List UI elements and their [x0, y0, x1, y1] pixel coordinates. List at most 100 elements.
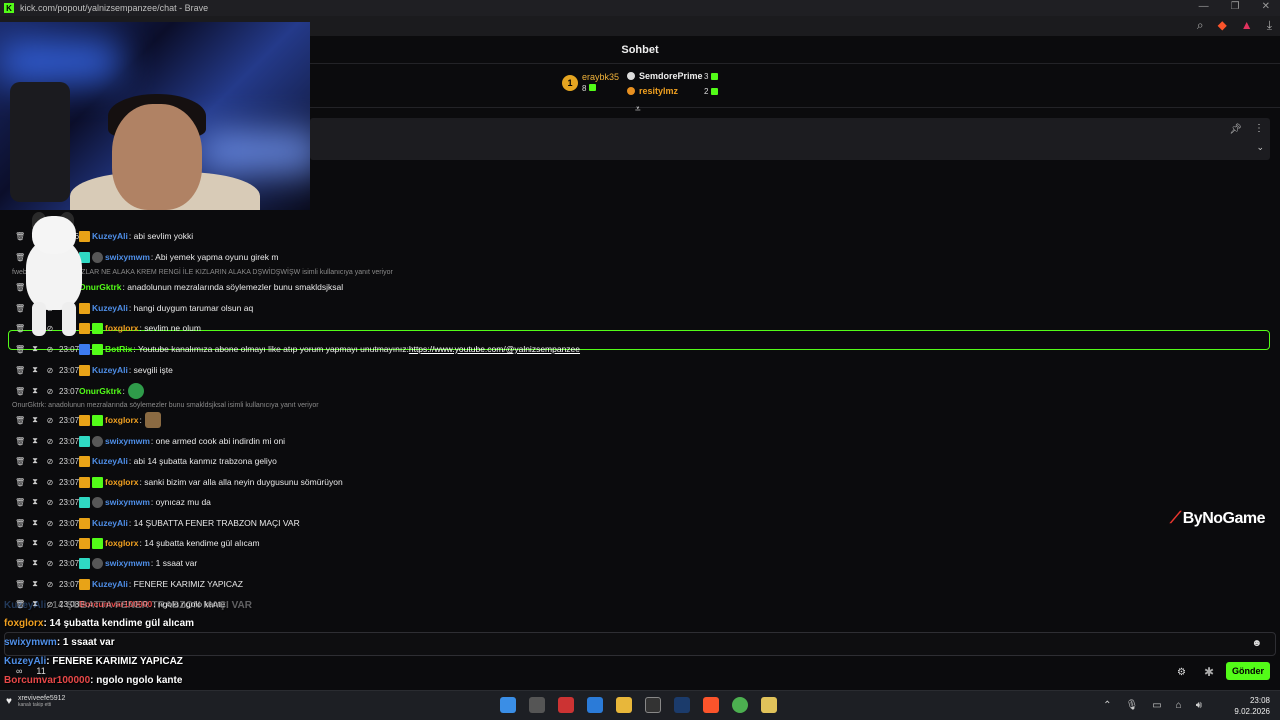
windows-start-icon[interactable]: [500, 697, 516, 713]
system-tray: ⌃ 🎙︎ ▭ ⌂ 🔊︎: [1103, 700, 1202, 711]
delete-icon[interactable]: 🗑︎: [15, 345, 25, 354]
message-username[interactable]: KuzeyAli: [92, 456, 128, 466]
expand-leaderboard-icon[interactable]: ⩡: [635, 104, 641, 115]
delete-icon[interactable]: 🗑︎: [15, 387, 25, 396]
pinned-message: 📌︎ ⋮ ⌄: [310, 118, 1270, 160]
delete-icon[interactable]: 🗑︎: [15, 457, 25, 466]
restore-icon[interactable]: ❐: [1231, 1, 1240, 12]
ban-icon[interactable]: ⊘: [45, 387, 55, 396]
message-username[interactable]: KuzeyAli: [92, 231, 128, 241]
delete-icon[interactable]: 🗑︎: [15, 366, 25, 375]
delete-icon[interactable]: 🗑︎: [15, 437, 25, 446]
chevron-up-icon[interactable]: ⌃: [1103, 700, 1111, 711]
timeout-icon[interactable]: ⧗: [30, 579, 40, 589]
timeout-icon[interactable]: ⧗: [30, 415, 40, 425]
task-view-icon[interactable]: [529, 697, 545, 713]
ban-icon[interactable]: ⊘: [45, 345, 55, 354]
timeout-icon[interactable]: ⧗: [30, 365, 40, 375]
file-explorer-icon[interactable]: [616, 697, 632, 713]
message-username[interactable]: KuzeyAli: [92, 365, 128, 375]
message-username[interactable]: swixymwm: [105, 436, 150, 446]
ban-icon[interactable]: ⊘: [45, 416, 55, 425]
message-username[interactable]: swixymwm: [105, 252, 150, 262]
brave-icon[interactable]: [703, 697, 719, 713]
timeout-icon[interactable]: ⧗: [30, 538, 40, 548]
ban-icon[interactable]: ⊘: [45, 437, 55, 446]
badge-icon: [79, 435, 90, 447]
badge-icon: [79, 364, 90, 376]
pin-icon[interactable]: 📌︎: [1229, 124, 1242, 135]
more-menu-icon[interactable]: ⋮: [1254, 123, 1264, 134]
ban-icon[interactable]: ⊘: [45, 580, 55, 589]
brave-rewards-icon[interactable]: ▲: [1241, 18, 1253, 33]
timeout-icon[interactable]: ⧗: [30, 386, 40, 396]
ban-icon[interactable]: ⊘: [45, 498, 55, 507]
steam-icon[interactable]: [674, 697, 690, 713]
chat-input[interactable]: [4, 632, 1276, 656]
message-time: 23:07: [59, 456, 80, 466]
network-icon[interactable]: ⌂: [1176, 700, 1182, 711]
delete-icon[interactable]: 🗑︎: [15, 478, 25, 487]
brave-shields-icon[interactable]: ◆: [1218, 18, 1227, 33]
leaderboard-entry[interactable]: resitylmz: [627, 86, 678, 96]
leaderboard-entry[interactable]: SemdorePrime: [627, 71, 703, 81]
ban-icon[interactable]: ⊘: [45, 457, 55, 466]
volume-icon[interactable]: 🔊︎: [1196, 700, 1202, 711]
message-username[interactable]: swixymwm: [105, 497, 150, 507]
message-username[interactable]: KuzeyAli: [92, 518, 128, 528]
chat-message: 🗑︎⧗⊘foxglorx: sevlim ne olum: [0, 319, 1280, 337]
ban-icon[interactable]: ⊘: [45, 559, 55, 568]
delete-icon[interactable]: 🗑︎: [15, 416, 25, 425]
ban-icon[interactable]: ⊘: [45, 539, 55, 548]
reply-context[interactable]: OnurGktrk: anadolunun mezralarında söyle…: [12, 402, 319, 409]
delete-icon[interactable]: 🗑︎: [15, 539, 25, 548]
media-player-icon[interactable]: [761, 697, 777, 713]
timeout-icon[interactable]: ⧗: [30, 477, 40, 487]
message-username[interactable]: KuzeyAli: [92, 579, 128, 589]
timeout-icon[interactable]: ⧗: [30, 344, 40, 354]
settings-icon[interactable]: ✱: [1204, 665, 1214, 679]
minimize-icon[interactable]: —: [1199, 1, 1209, 12]
chat-message: 🗑︎ ⧗ ⊘ 23:07 foxglorx: sanki bizim var alla …: [0, 473, 1280, 491]
ban-icon[interactable]: ⊘: [45, 519, 55, 528]
obs-icon[interactable]: [645, 697, 661, 713]
display-icon[interactable]: ▭: [1152, 700, 1161, 711]
timeout-icon[interactable]: ⧗: [30, 497, 40, 507]
gear-icon[interactable]: ⚙: [1177, 667, 1186, 678]
timeout-icon[interactable]: ⧗: [30, 518, 40, 528]
chat-message: 🗑︎ ⧗ ⊘ 23:07 swixymwm: oynıcaz mu da: [0, 493, 1280, 511]
close-icon[interactable]: ✕: [1262, 1, 1270, 12]
ban-icon[interactable]: ⊘: [45, 478, 55, 487]
flame-icon: ⟋: [1170, 510, 1181, 527]
timeout-icon[interactable]: ⧗: [30, 436, 40, 446]
send-button[interactable]: Gönder: [1226, 662, 1270, 680]
message-username[interactable]: OnurGktrk: [79, 386, 122, 396]
chevron-down-icon[interactable]: ⌄: [1256, 142, 1264, 153]
message-link[interactable]: https://www.youtube.com/@yalnizsempanzee: [409, 344, 580, 354]
message-text: : 1 ssaat var: [150, 558, 198, 568]
message-username[interactable]: KuzeyAli: [92, 303, 128, 313]
leaderboard-first-name[interactable]: eraybk35: [582, 72, 619, 82]
message-username[interactable]: foxglorx: [105, 477, 139, 487]
message-username[interactable]: foxglorx: [105, 538, 139, 548]
microphone-icon[interactable]: 🎙︎: [1125, 700, 1138, 711]
badge-icon: [92, 343, 103, 355]
emoji-icon[interactable]: ☻: [1251, 638, 1262, 649]
download-icon[interactable]: ⤓: [1267, 18, 1272, 33]
photos-icon[interactable]: [587, 697, 603, 713]
ban-icon[interactable]: ⊘: [45, 366, 55, 375]
message-username[interactable]: foxglorx: [105, 415, 139, 425]
delete-icon[interactable]: 🗑︎: [15, 580, 25, 589]
timeout-icon[interactable]: ⧗: [30, 558, 40, 568]
message-username[interactable]: BotRix: [105, 344, 132, 354]
delete-icon[interactable]: 🗑︎: [15, 498, 25, 507]
app-icon[interactable]: [558, 697, 574, 713]
message-username[interactable]: foxglorx: [105, 323, 139, 333]
delete-icon[interactable]: 🗑︎: [15, 519, 25, 528]
timeout-icon[interactable]: ⧗: [30, 456, 40, 466]
taskbar-clock[interactable]: 23:08 9.02.2026: [1234, 695, 1270, 717]
message-username[interactable]: swixymwm: [105, 558, 150, 568]
delete-icon[interactable]: 🗑︎: [15, 559, 25, 568]
zoom-icon[interactable]: ⌕: [1197, 18, 1204, 33]
chrome-icon[interactable]: [732, 697, 748, 713]
